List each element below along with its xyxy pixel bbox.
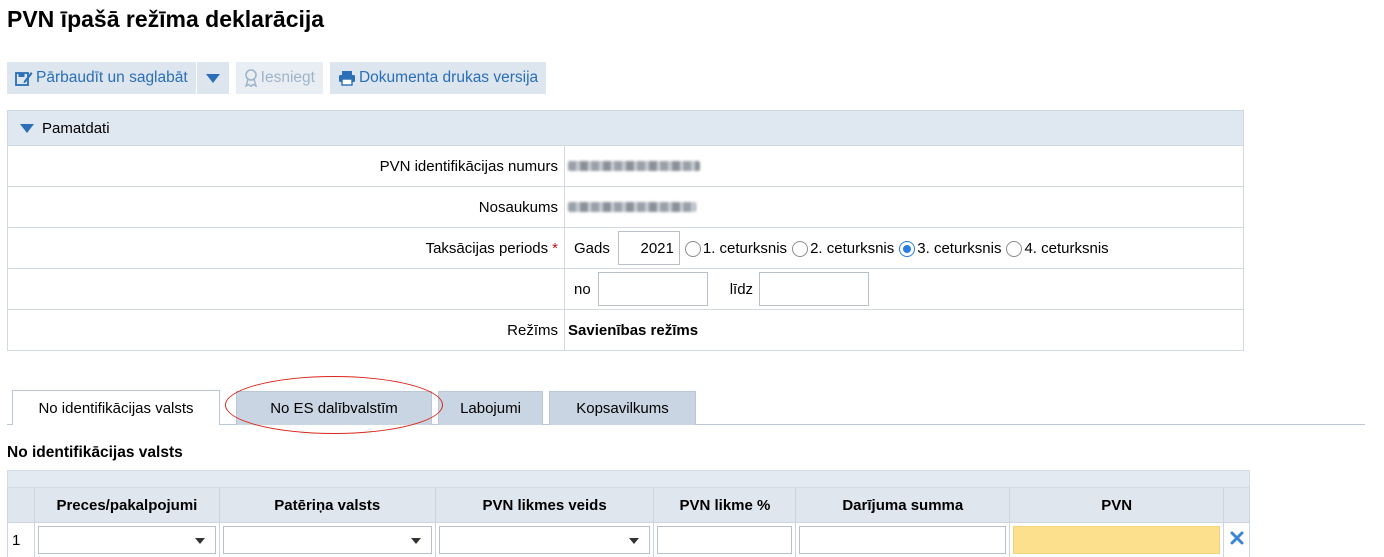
submit-button[interactable]: Iesniegt	[235, 62, 324, 94]
submit-button-label: Iesniegt	[260, 69, 315, 86]
dropdown-caret-icon	[194, 538, 205, 544]
transaction-amount-input[interactable]	[799, 526, 1007, 554]
quarter-4-label: 4. ceturksnis	[1024, 239, 1109, 257]
to-label: līdz	[729, 280, 754, 298]
col-pvn: PVN	[1010, 488, 1225, 523]
print-button-label: Dokumenta drukas versija	[358, 69, 539, 86]
save-edit-icon	[15, 70, 33, 86]
quarter-3-label: 3. ceturksnis	[917, 239, 1002, 257]
tab-labojumi[interactable]: Labojumi	[438, 391, 543, 425]
quarter-2-label: 2. ceturksnis	[810, 239, 895, 257]
dropdown-caret-icon	[410, 538, 421, 544]
highlight-ellipse	[225, 376, 443, 434]
from-label: no	[574, 280, 591, 298]
table-header: Preces/pakalpojumi Patēriņa valsts PVN l…	[7, 488, 1251, 523]
name-label: Nosaukums	[8, 187, 565, 227]
name-row: Nosaukums	[7, 187, 1244, 228]
quarter-1-label: 1. ceturksnis	[702, 239, 788, 257]
mode-value: Savienības režīms	[568, 321, 699, 339]
print-icon	[338, 70, 356, 86]
quarter-4-radio[interactable]	[1006, 241, 1023, 257]
period-label: Taksācijas periods	[425, 239, 549, 257]
col-preces-pakalpojumi: Preces/pakalpojumi	[34, 488, 220, 523]
quarter-3-radio[interactable]	[899, 241, 916, 257]
save-button[interactable]: Pārbaudīt un saglabāt	[7, 62, 197, 94]
vat-number-label: PVN identifikācijas numurs	[8, 146, 565, 186]
page-title: PVN īpašā režīma deklarācija	[7, 6, 325, 32]
redacted-name	[568, 202, 696, 212]
from-date-input[interactable]	[597, 272, 708, 306]
table-row: 1	[7, 523, 1251, 557]
quarter-1-radio[interactable]	[684, 241, 701, 257]
save-options-dropdown[interactable]	[196, 62, 230, 94]
vat-number-row: PVN identifikācijas numurs	[7, 146, 1244, 187]
delete-x-icon	[1230, 531, 1244, 550]
pvn-value-field	[1013, 526, 1221, 554]
pamatdati-title: Pamatdati	[42, 119, 110, 137]
redacted-vat-number	[568, 161, 700, 171]
period-row: Taksācijas periods * Gads 2021 1. ceturk…	[7, 228, 1244, 269]
caret-down-icon	[205, 73, 220, 83]
quarter-2-radio[interactable]	[792, 241, 809, 257]
row-index: 1	[8, 523, 35, 557]
pamatdati-header[interactable]: Pamatdati	[7, 110, 1244, 146]
award-icon	[244, 69, 258, 87]
year-label: Gads	[574, 239, 610, 257]
toolbar: Pārbaudīt un saglabāt Iesniegt Dokumenta…	[7, 62, 548, 94]
tab-bar: No identifikācijas valsts No ES dalībval…	[7, 388, 1365, 425]
to-date-input[interactable]	[759, 272, 870, 306]
mode-label: Režīms	[8, 310, 565, 350]
pamatdati-panel: Pamatdati PVN identifikācijas numurs Nos…	[7, 110, 1244, 351]
dropdown-caret-icon	[629, 538, 640, 544]
col-pvn-likme: PVN likme %	[654, 488, 797, 523]
save-button-label: Pārbaudīt un saglabāt	[36, 69, 188, 86]
declaration-table: Preces/pakalpojumi Patēriņa valsts PVN l…	[7, 470, 1251, 557]
mode-row: Režīms Savienības režīms	[7, 310, 1244, 351]
col-darijuma-summa: Darījuma summa	[796, 488, 1011, 523]
delete-row-button[interactable]	[1224, 523, 1251, 557]
tab-no-identifikacijas-valsts[interactable]: No identifikācijas valsts	[12, 390, 220, 425]
consumption-country-select[interactable]	[222, 526, 432, 554]
collapse-triangle-icon	[20, 123, 34, 133]
table-top-bar	[7, 470, 1250, 488]
col-paterina-valsts: Patēriņa valsts	[219, 488, 436, 523]
tab-kopsavilkums[interactable]: Kopsavilkums	[549, 391, 696, 425]
date-range-row: no līdz	[7, 269, 1244, 310]
print-version-button[interactable]: Dokumenta drukas versija	[329, 62, 548, 94]
goods-services-select[interactable]	[37, 526, 216, 554]
section-title: No identifikācijas valsts	[7, 444, 183, 461]
vat-rate-type-select[interactable]	[438, 526, 651, 554]
year-input[interactable]: 2021	[617, 231, 680, 265]
required-mark: *	[552, 239, 558, 257]
col-pvn-likmes-veids: PVN likmes veids	[435, 488, 655, 523]
vat-rate-input[interactable]	[657, 526, 793, 554]
